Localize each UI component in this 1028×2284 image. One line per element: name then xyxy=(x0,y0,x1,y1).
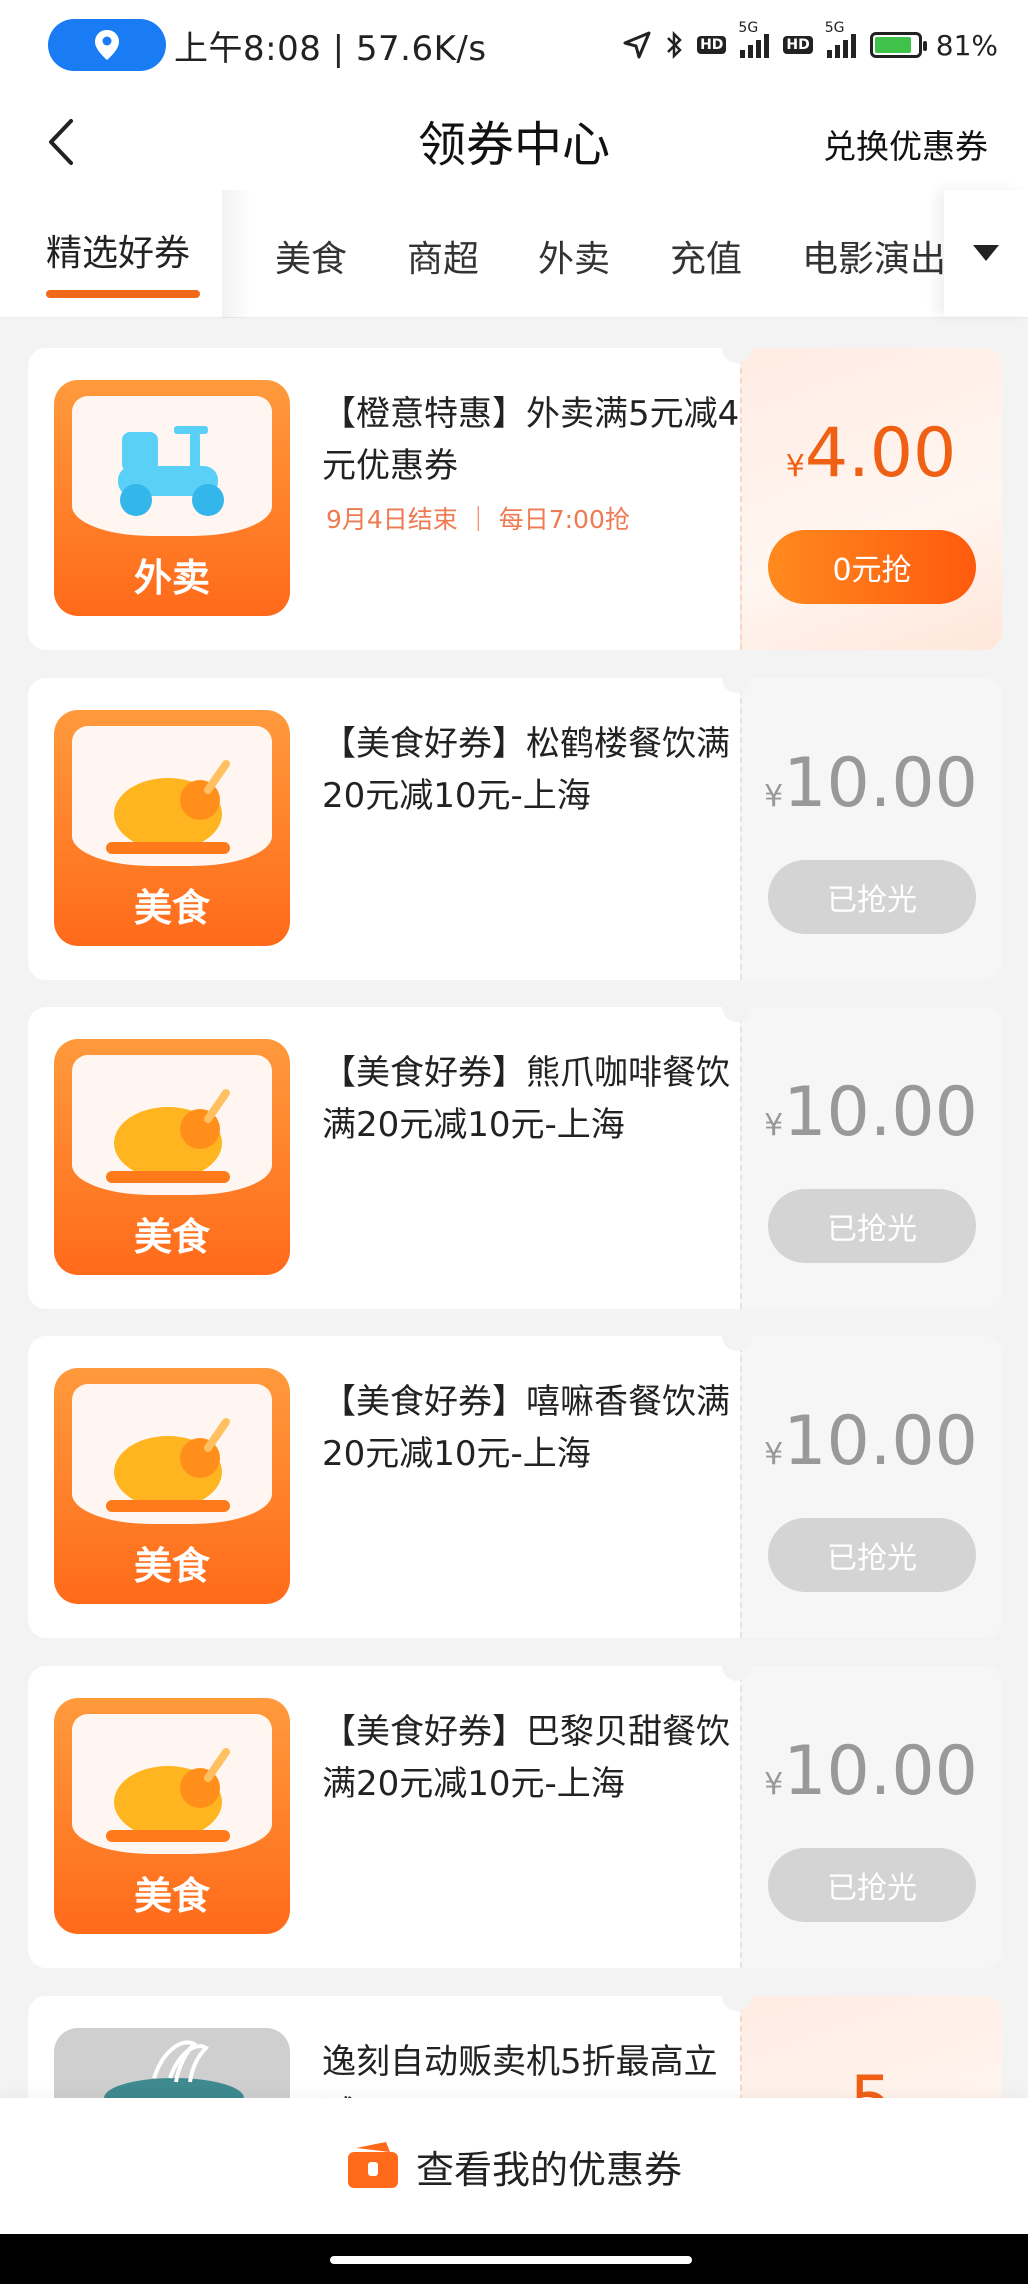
card-notch xyxy=(722,1651,752,1681)
active-tab-indicator xyxy=(46,290,200,298)
card-notch xyxy=(722,1981,752,2011)
tabs-expand-button[interactable] xyxy=(944,190,1028,316)
coupon-category-badge: 美食 xyxy=(54,1698,290,1934)
status-time-speed: 上午8:08 | 57.6K/s xyxy=(174,28,487,69)
coupon-title: 【橙意特惠】外卖满5元减4元优惠券 xyxy=(322,394,740,486)
hd-badge-icon: HD xyxy=(697,36,727,54)
coupon-card[interactable]: 外卖 【橙意特惠】外卖满5元减4元优惠券 9月4日结束 ｜ 每日7:00抢 ¥4… xyxy=(28,348,1002,650)
tab-movies-shows[interactable]: 电影演出 xyxy=(802,230,946,282)
coupon-price: ¥10.00 xyxy=(740,1073,1002,1152)
status-bar: 上午8:08 | 57.6K/s HD 5G HD 5G 81% xyxy=(0,0,1028,90)
currency-symbol: ¥ xyxy=(764,1108,784,1143)
location-indicator xyxy=(48,19,166,71)
battery-percent: 81% xyxy=(935,28,998,62)
roast-chicken-icon xyxy=(106,1748,230,1842)
currency-symbol: ¥ xyxy=(764,779,784,814)
coupon-amount: 10.00 xyxy=(783,1732,978,1811)
coupon-title: 【美食好券】熊爪咖啡餐饮满20元减10元-上海 xyxy=(322,1053,730,1145)
coupon-amount: 10.00 xyxy=(783,744,978,823)
caret-down-icon xyxy=(973,245,999,261)
signal-icon: 5G xyxy=(738,20,770,58)
status-icons: HD 5G HD 5G 81% xyxy=(623,20,998,62)
coupon-title: 【美食好券】嘻嘛香餐饮满20元减10元-上海 xyxy=(322,1382,730,1474)
signal-label: 5G xyxy=(824,20,845,36)
roast-chicken-icon xyxy=(106,1089,230,1183)
tab-divider xyxy=(222,190,252,318)
sold-out-button[interactable]: 已抢光 xyxy=(768,1518,976,1592)
nav-bar: 领券中心 兑换优惠券 xyxy=(0,90,1028,190)
sold-out-button[interactable]: 已抢光 xyxy=(768,1189,976,1263)
coupon-wallet-icon xyxy=(347,2142,398,2188)
my-coupons-label: 查看我的优惠券 xyxy=(415,2147,682,2192)
scooter-icon xyxy=(118,426,224,516)
redeem-coupon-link[interactable]: 兑换优惠券 xyxy=(823,120,988,168)
coupon-category-label: 美食 xyxy=(133,886,210,930)
card-notch xyxy=(722,992,752,1022)
coupon-category-label: 外卖 xyxy=(133,556,210,600)
coupon-card[interactable]: 美食 【美食好券】松鹤楼餐饮满20元减10元-上海 ¥10.00 已抢光 xyxy=(28,678,1002,980)
coupon-price: ¥10.00 xyxy=(740,744,1002,823)
coupon-card[interactable]: 美食 【美食好券】熊爪咖啡餐饮满20元减10元-上海 ¥10.00 已抢光 xyxy=(28,1007,1002,1309)
grab-coupon-button[interactable]: 0元抢 xyxy=(768,530,976,604)
coupon-category-badge: 美食 xyxy=(54,710,290,946)
coupon-price-panel xyxy=(740,1336,1002,1638)
tab-featured[interactable]: 精选好券 xyxy=(46,224,190,276)
coupon-schedule: 9月4日结束 ｜ 每日7:00抢 xyxy=(326,505,630,534)
tab-supermarket[interactable]: 商超 xyxy=(407,230,479,282)
coupon-price: ¥10.00 xyxy=(740,1732,1002,1811)
coupon-amount: 4.00 xyxy=(804,414,957,493)
coupon-price: ¥4.00 xyxy=(740,414,1002,493)
tab-recharge[interactable]: 充值 xyxy=(670,230,742,282)
coupon-price-panel xyxy=(740,678,1002,980)
bluetooth-icon xyxy=(667,30,682,60)
currency-symbol: ¥ xyxy=(785,449,805,484)
sold-out-button[interactable]: 已抢光 xyxy=(768,1848,976,1922)
battery-icon xyxy=(869,32,927,58)
currency-symbol: ¥ xyxy=(764,1767,784,1802)
page-title: 领券中心 xyxy=(417,117,610,173)
tab-takeout[interactable]: 外卖 xyxy=(538,230,610,282)
signal-label: 5G xyxy=(738,20,759,36)
coupon-amount: 10.00 xyxy=(783,1073,978,1152)
coupon-category-label: 美食 xyxy=(133,1544,210,1588)
currency-symbol: ¥ xyxy=(764,1437,784,1472)
coupon-card[interactable]: 美食 【美食好券】巴黎贝甜餐饮满20元减10元-上海 ¥10.00 已抢光 xyxy=(28,1666,1002,1968)
coupon-category-label: 美食 xyxy=(133,1874,210,1918)
coupon-price-panel xyxy=(740,348,1002,650)
signal-icon: 5G xyxy=(825,20,856,58)
coupon-price-panel xyxy=(740,1007,1002,1309)
coupon-category-badge: 美食 xyxy=(54,1039,290,1275)
location-arrow-icon xyxy=(623,31,651,59)
hd-badge-icon: HD xyxy=(783,36,813,54)
chevron-left-icon xyxy=(49,119,73,165)
card-notch xyxy=(722,1321,752,1351)
coupon-category-label: 美食 xyxy=(133,1215,210,1259)
coupon-title: 【美食好券】松鹤楼餐饮满20元减10元-上海 xyxy=(322,724,730,816)
home-indicator[interactable] xyxy=(330,2256,692,2264)
coupon-category-badge: 外卖 xyxy=(54,380,290,616)
tab-food[interactable]: 美食 xyxy=(275,230,347,282)
coupon-category-badge: 美食 xyxy=(54,1368,290,1604)
coupon-price-panel xyxy=(740,1666,1002,1968)
card-notch xyxy=(722,663,752,693)
sold-out-button[interactable]: 已抢光 xyxy=(768,860,976,934)
navigation-gesture-area xyxy=(0,2234,1028,2284)
coupon-price: ¥10.00 xyxy=(740,1402,1002,1481)
coupon-card[interactable]: 美食 【美食好券】嘻嘛香餐饮满20元减10元-上海 ¥10.00 已抢光 xyxy=(28,1336,1002,1638)
card-notch xyxy=(722,333,752,363)
back-button[interactable] xyxy=(30,112,90,172)
coupon-amount: 10.00 xyxy=(783,1402,978,1481)
location-pin-icon xyxy=(95,30,119,60)
roast-chicken-icon xyxy=(106,760,230,854)
my-coupons-button[interactable]: 查看我的优惠券 xyxy=(0,2098,1028,2234)
category-tabs: 精选好券 美食 商超 外卖 充值 电影演出 xyxy=(0,190,1028,318)
roast-chicken-icon xyxy=(106,1418,230,1512)
coupon-title: 【美食好券】巴黎贝甜餐饮满20元减10元-上海 xyxy=(322,1712,730,1804)
